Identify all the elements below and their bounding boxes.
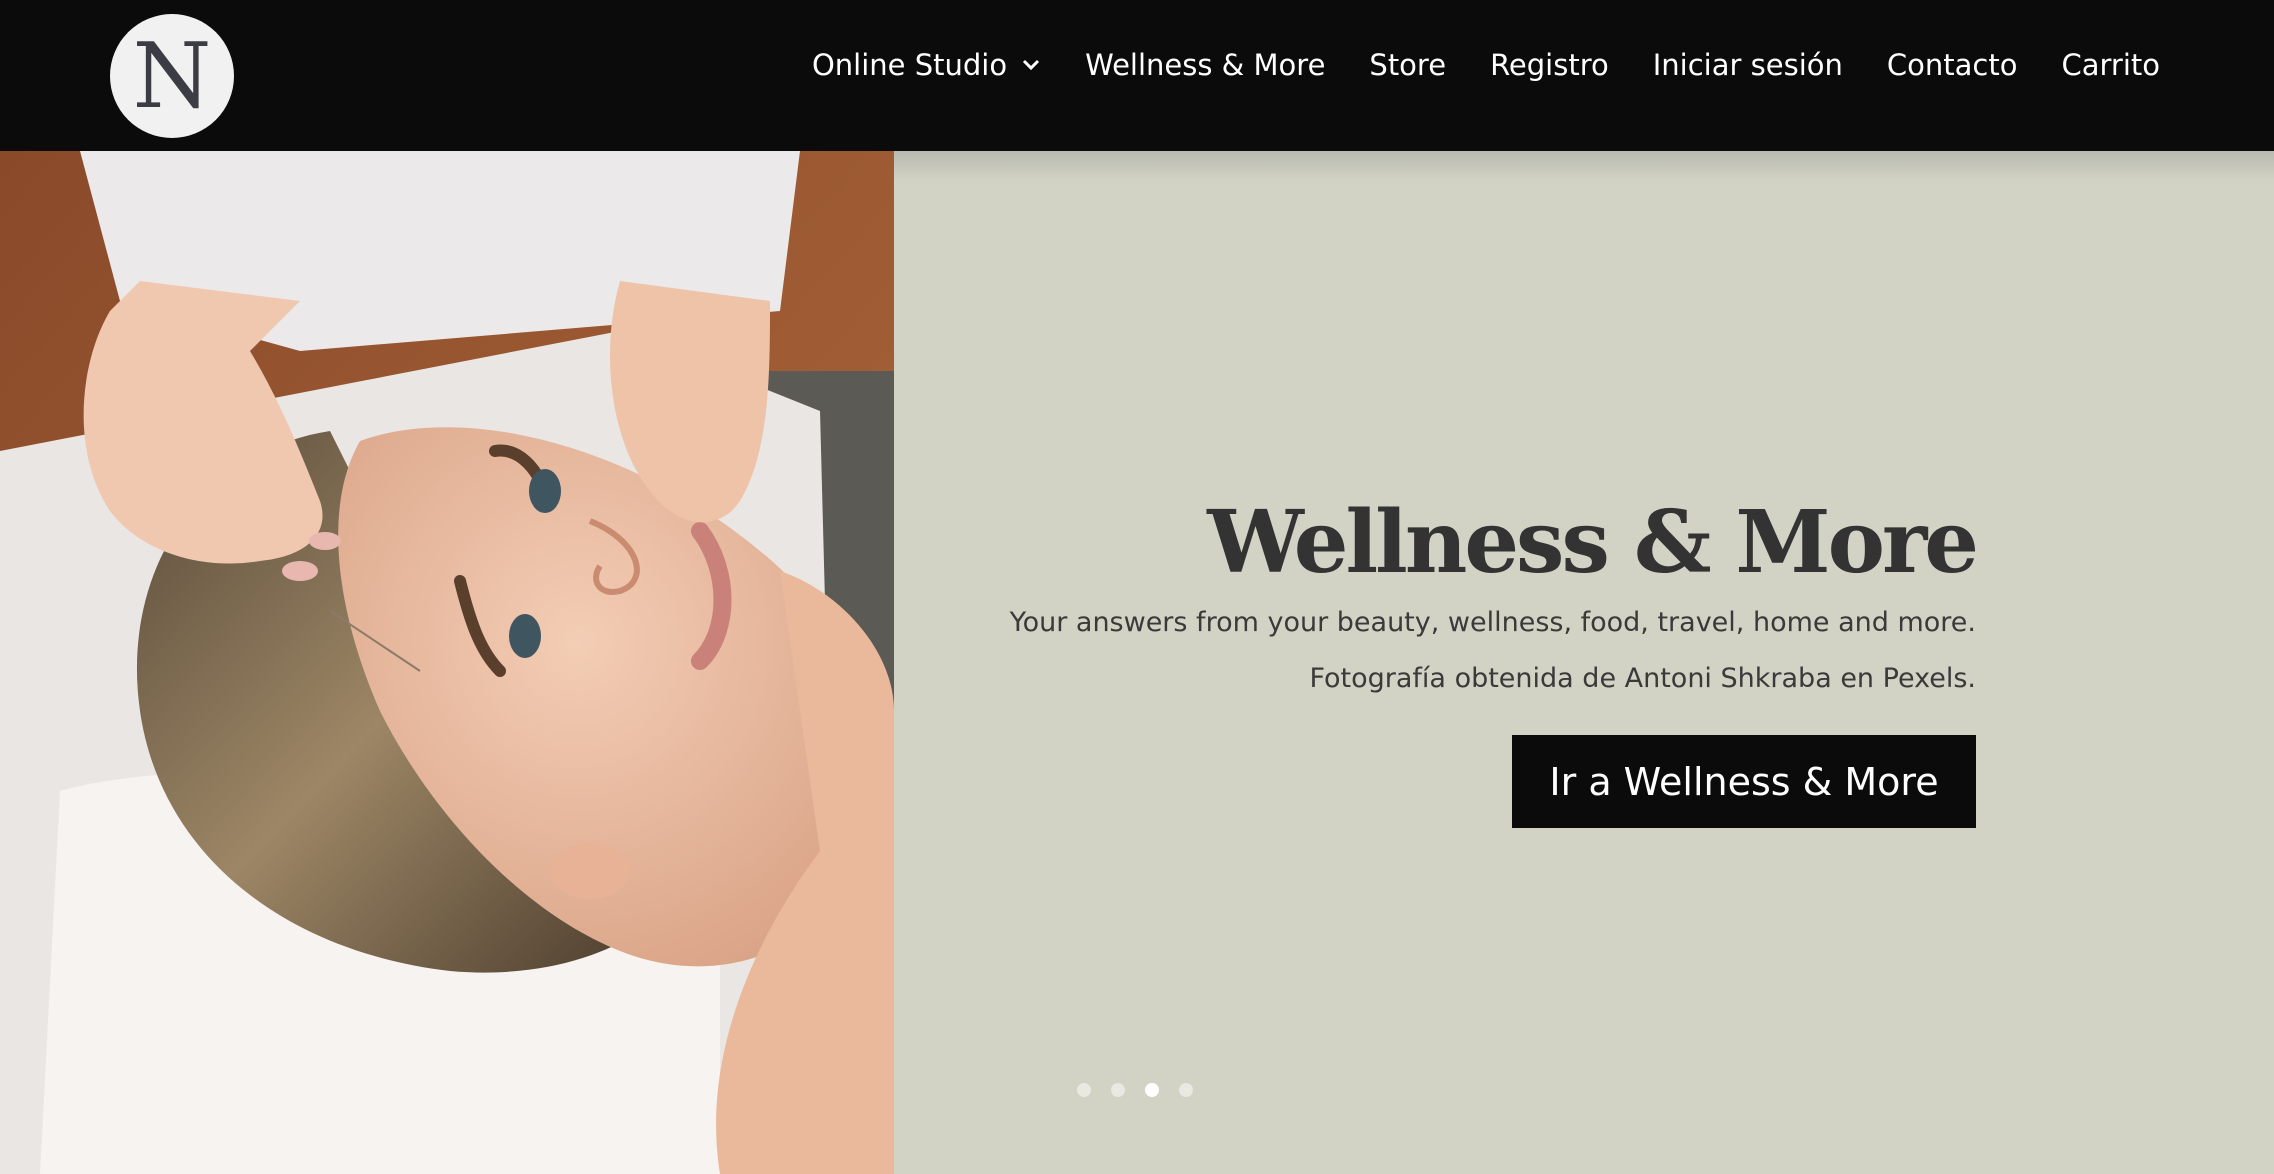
- nav-item-contacto[interactable]: Contacto: [1887, 48, 2018, 82]
- nav-item-login[interactable]: Iniciar sesión: [1653, 48, 1843, 82]
- header-shadow: [894, 151, 2274, 181]
- slider-dot-4[interactable]: [1179, 1083, 1193, 1097]
- nav-item-label: Online Studio: [811, 48, 1008, 82]
- slider-dot-1[interactable]: [1077, 1083, 1091, 1097]
- photo-credit: Fotografía obtenida de Antoni Shkraba en…: [1309, 663, 1976, 694]
- chevron-down-icon: [1023, 59, 1040, 71]
- hero-subtitle: Your answers from your beauty, wellness,…: [1009, 607, 1976, 638]
- slider-dots: [1077, 1083, 1213, 1097]
- nav-item-wellness[interactable]: Wellness & More: [1085, 48, 1325, 82]
- hero-content-panel: Wellness & More Your answers from your b…: [894, 151, 2274, 1174]
- nav-item-store[interactable]: Store: [1369, 48, 1446, 82]
- hero-photo: [0, 151, 894, 1174]
- cta-button[interactable]: Ir a Wellness & More: [1512, 735, 1976, 828]
- nav-item-carrito[interactable]: Carrito: [2061, 48, 2160, 82]
- hero-title: Wellness & More: [1207, 492, 1979, 593]
- nav-item-online-studio[interactable]: Online Studio: [812, 48, 1041, 82]
- site-header: N Online Studio Wellness & More Store Re…: [0, 0, 2274, 151]
- nav-item-registro[interactable]: Registro: [1490, 48, 1609, 82]
- slider-dot-2[interactable]: [1111, 1083, 1125, 1097]
- slider-dot-3[interactable]: [1145, 1083, 1159, 1097]
- hero-photo-illustration: [0, 151, 894, 1174]
- main-navigation: Online Studio Wellness & More Store Regi…: [812, 48, 2160, 82]
- logo-icon[interactable]: N: [110, 14, 234, 138]
